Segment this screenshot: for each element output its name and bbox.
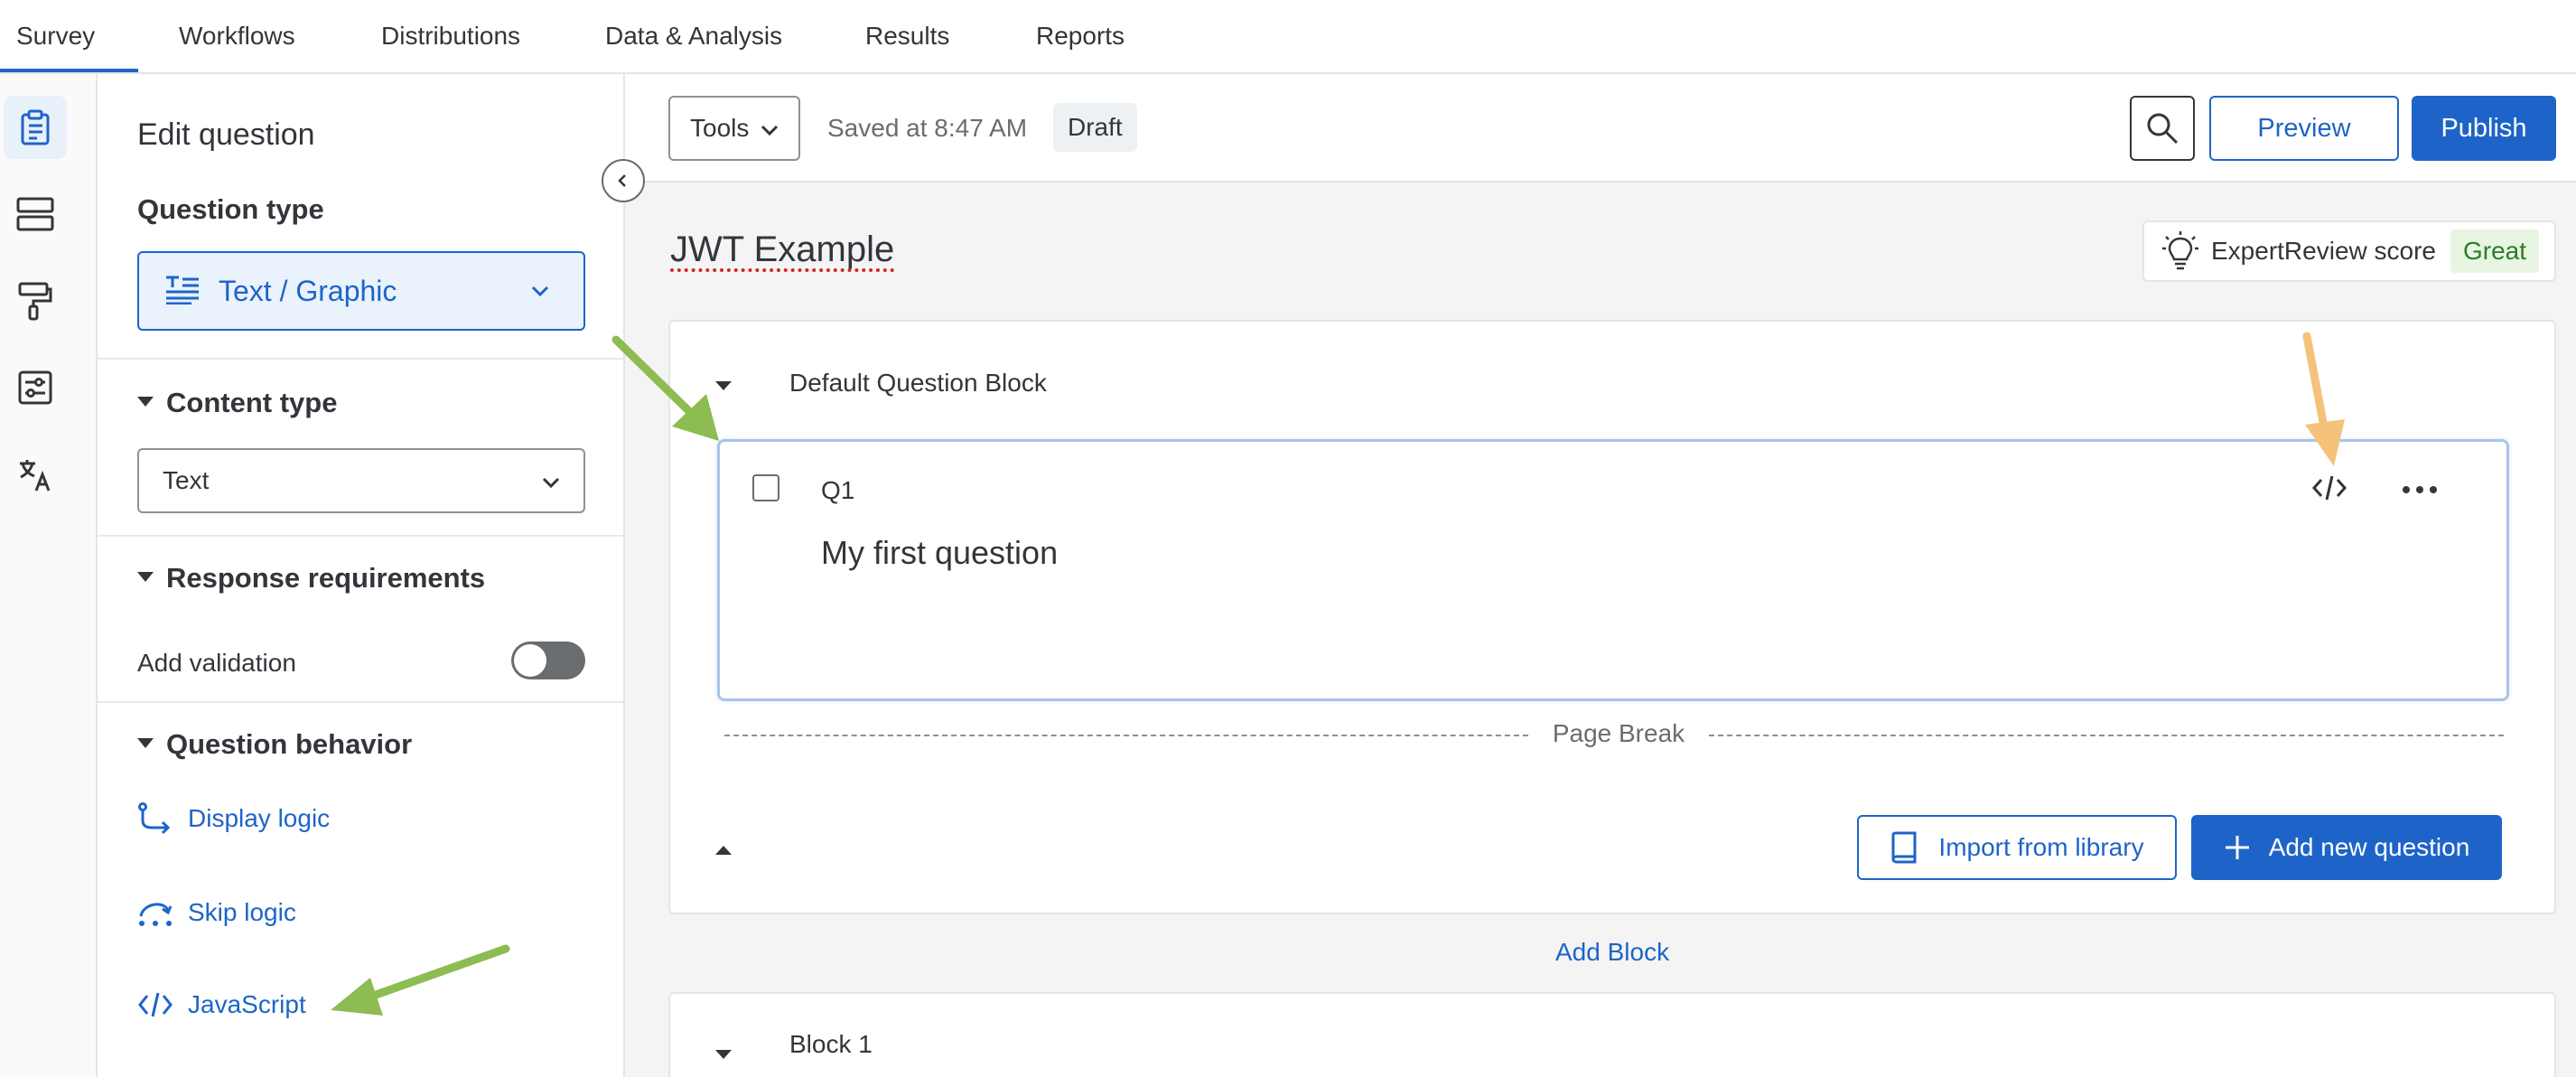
expert-review-badge: Great: [2450, 229, 2540, 273]
status-badge: Draft: [1053, 103, 1137, 152]
skip-logic-link[interactable]: Skip logic: [137, 896, 296, 929]
question-type-heading: Question type: [137, 193, 324, 225]
content-type-heading[interactable]: Content type: [137, 387, 337, 419]
response-requirements-heading[interactable]: Response requirements: [137, 562, 485, 595]
question-type-select[interactable]: Text / Graphic: [137, 251, 585, 331]
chevron-down-icon: [527, 278, 553, 308]
plus-icon: [2225, 836, 2249, 859]
expert-review-score[interactable]: ExpertReview score Great: [2142, 220, 2556, 282]
javascript-code-icon[interactable]: [2311, 473, 2347, 508]
question-behavior-heading[interactable]: Question behavior: [137, 728, 412, 761]
paint-roller-icon[interactable]: [4, 269, 67, 332]
survey-editor: Tools Saved at 8:47 AM Draft Preview Pub…: [625, 74, 2576, 1077]
add-validation-toggle[interactable]: [511, 642, 585, 679]
question-card[interactable]: Q1 My first question: [717, 439, 2509, 701]
tab-results[interactable]: Results: [865, 22, 949, 51]
survey-title[interactable]: JWT Example: [670, 229, 894, 270]
translate-icon[interactable]: [4, 443, 67, 506]
chevron-left-icon: [618, 174, 626, 187]
tab-survey[interactable]: Survey: [0, 22, 139, 72]
content-type-value: Text: [163, 466, 210, 494]
display-logic-link[interactable]: Display logic: [137, 802, 330, 835]
text-graphic-icon: [164, 274, 201, 309]
question-id[interactable]: Q1: [821, 476, 854, 505]
layout-icon[interactable]: [4, 183, 67, 246]
sliders-icon[interactable]: [4, 356, 67, 419]
tab-data-analysis[interactable]: Data & Analysis: [605, 22, 782, 51]
chevron-down-icon: [538, 470, 564, 501]
add-validation-label: Add validation: [137, 649, 296, 677]
add-block-link[interactable]: Add Block: [1555, 938, 1669, 967]
display-logic-icon: [138, 802, 171, 835]
saved-status: Saved at 8:47 AM: [827, 114, 1028, 142]
book-icon: [1891, 831, 1917, 864]
page-break[interactable]: Page Break: [724, 719, 2504, 750]
publish-button[interactable]: Publish: [2412, 96, 2556, 161]
tab-reports[interactable]: Reports: [1036, 22, 1125, 51]
question-block: Default Question Block Q1 My first quest…: [668, 320, 2556, 914]
tool-rail: [0, 74, 98, 1077]
editor-toolbar: Tools Saved at 8:47 AM Draft Preview Pub…: [625, 74, 2576, 183]
collapse-block-toggle[interactable]: [715, 1050, 732, 1059]
block-title[interactable]: Block 1: [789, 1030, 873, 1059]
skip-logic-icon: [139, 903, 173, 926]
search-button[interactable]: [2130, 96, 2195, 161]
import-from-library-button[interactable]: Import from library: [1857, 815, 2177, 880]
top-nav: Survey Workflows Distributions Data & An…: [0, 0, 2576, 74]
preview-button[interactable]: Preview: [2209, 96, 2399, 161]
panel-title: Edit question: [137, 117, 315, 152]
tab-workflows[interactable]: Workflows: [179, 22, 295, 51]
search-icon: [2147, 113, 2179, 145]
add-new-question-button[interactable]: Add new question: [2191, 815, 2502, 880]
content-type-select[interactable]: Text: [137, 448, 585, 513]
tools-dropdown[interactable]: Tools: [668, 96, 800, 161]
question-checkbox[interactable]: [752, 474, 779, 501]
collapse-panel-button[interactable]: [602, 159, 645, 202]
code-icon: [138, 992, 173, 1017]
block-title[interactable]: Default Question Block: [789, 369, 1047, 398]
expand-block-toggle[interactable]: [715, 846, 732, 855]
question-text[interactable]: My first question: [821, 534, 1058, 572]
more-options-icon[interactable]: [2402, 483, 2438, 500]
tab-distributions[interactable]: Distributions: [381, 22, 520, 51]
edit-question-panel: Edit question Question type Text / Graph…: [98, 74, 625, 1077]
page-break-label: Page Break: [1546, 719, 1691, 748]
collapse-block-toggle[interactable]: [715, 381, 732, 390]
expert-review-label: ExpertReview score: [2211, 237, 2436, 265]
clipboard-icon[interactable]: [4, 96, 67, 159]
lightbulb-icon: [2162, 231, 2198, 270]
chevron-down-icon: [757, 117, 782, 149]
javascript-link[interactable]: JavaScript: [137, 990, 306, 1019]
question-type-value: Text / Graphic: [219, 274, 397, 307]
question-block: Block 1: [668, 992, 2556, 1077]
